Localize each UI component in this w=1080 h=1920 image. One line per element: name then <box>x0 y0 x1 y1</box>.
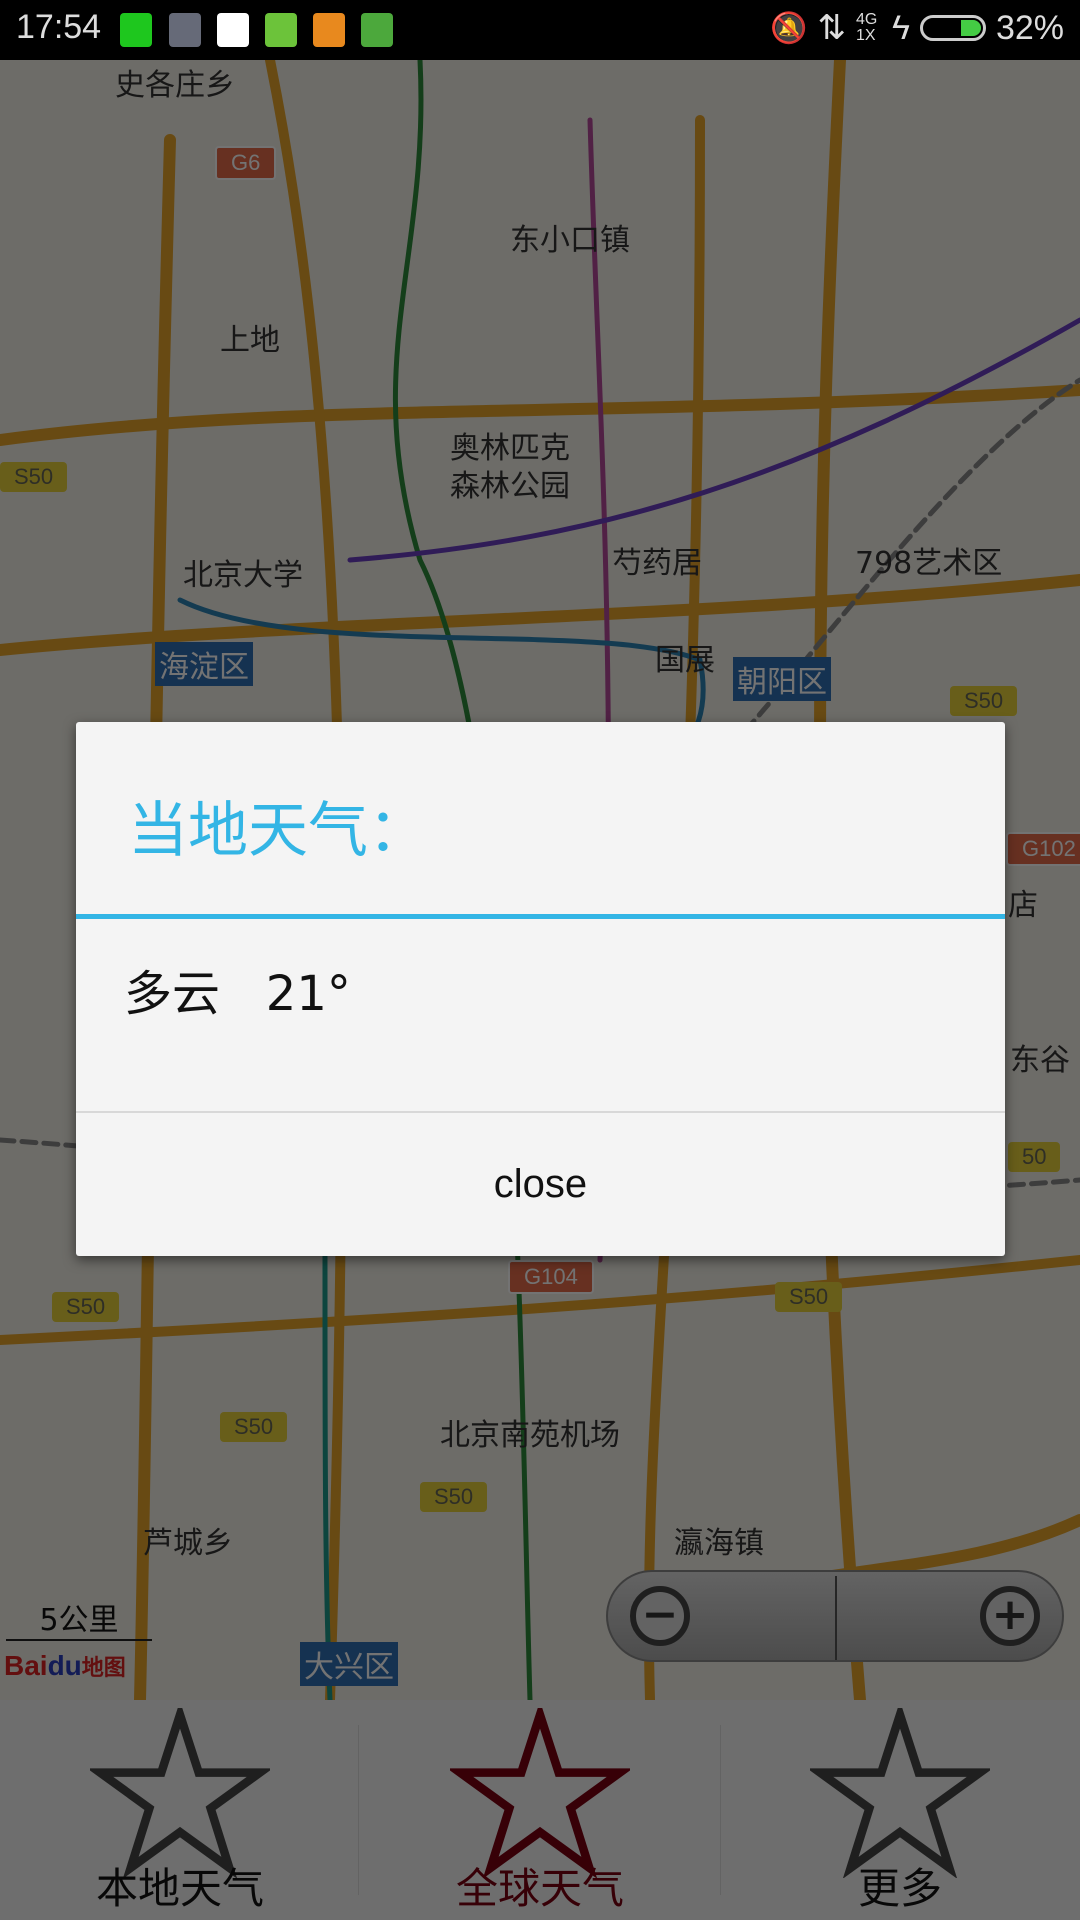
charging-icon: ϟ <box>891 8 910 47</box>
highway-shield: S50 <box>0 462 68 492</box>
battery-percent: 32% <box>995 8 1064 47</box>
zoom-out-button[interactable]: − <box>630 1586 690 1646</box>
weather-dialog: 当地天气： 多云 21° close <box>76 722 1005 1256</box>
highway-shield: S50 <box>775 1282 843 1312</box>
dialog-title: 当地天气： <box>128 796 428 866</box>
star-icon <box>446 1700 634 1879</box>
map-label: 芍药居 <box>612 546 702 581</box>
qq-icon <box>217 13 249 47</box>
map-label: 798艺术区 <box>855 546 1003 581</box>
highway-shield: S50 <box>420 1482 488 1512</box>
tab-label: 更多 <box>857 1864 942 1913</box>
map-label: 国展 <box>655 643 715 678</box>
map-label: 北京大学 <box>183 558 303 593</box>
map-label: 芦城乡 <box>143 1526 233 1561</box>
network-type: 4G 1X <box>855 11 878 44</box>
tab-label: 本地天气 <box>95 1864 264 1913</box>
map-label: 店 <box>1008 888 1038 923</box>
star-icon <box>806 1700 994 1879</box>
title-divider <box>76 914 1005 919</box>
district-label: 大兴区 <box>300 1642 398 1686</box>
district-label: 海淀区 <box>155 642 253 686</box>
scissors-icon <box>169 13 201 47</box>
highway-shield: 50 <box>1008 1142 1061 1172</box>
zoom-divider <box>835 1576 837 1660</box>
star-icon <box>86 1700 274 1879</box>
bottom-nav: 本地天气 全球天气 更多 <box>0 1700 1080 1920</box>
baidu-logo: Baidu地图 <box>4 1650 126 1681</box>
zoom-control: − + <box>606 1570 1064 1662</box>
district-label: 朝阳区 <box>733 657 831 701</box>
battery-icon <box>919 15 986 41</box>
map-label: 上地 <box>220 323 280 358</box>
highway-shield: G6 <box>215 146 277 180</box>
map-label: 北京南苑机场 <box>440 1418 620 1453</box>
highway-shield: G102 <box>1006 832 1080 866</box>
status-bar: 17:54 🔕 ⇅ 4G 1X ϟ 32% <box>0 0 1080 60</box>
map-label: 东谷 <box>1010 1043 1070 1078</box>
silent-icon: 🔕 <box>770 11 808 45</box>
tab-divider <box>358 1725 359 1895</box>
highway-shield: S50 <box>220 1412 288 1442</box>
android-icon <box>361 13 393 47</box>
map-label: 东小口镇 <box>510 223 630 258</box>
weather-message: 多云 21° <box>124 966 351 1022</box>
tab-global-weather[interactable]: 全球天气 <box>360 1700 720 1920</box>
map-label: 奥林匹克 森林公园 <box>450 431 570 504</box>
zoom-in-button[interactable]: + <box>980 1586 1040 1646</box>
tab-local-weather[interactable]: 本地天气 <box>0 1700 360 1920</box>
wechat-icon <box>120 13 152 47</box>
highway-shield: G104 <box>508 1260 594 1294</box>
map-label: 瀛海镇 <box>674 1526 764 1561</box>
map-scale: 5公里 <box>6 1595 152 1641</box>
map-label: 史各庄乡 <box>115 68 235 103</box>
clock: 17:54 <box>16 8 102 46</box>
highway-shield: S50 <box>52 1292 120 1322</box>
tab-label: 全球天气 <box>455 1864 624 1913</box>
tab-more[interactable]: 更多 <box>720 1700 1080 1920</box>
highway-shield: S50 <box>950 686 1018 716</box>
phone-icon <box>265 13 297 47</box>
data-arrows-icon: ⇅ <box>817 9 846 47</box>
close-button[interactable]: close <box>76 1113 1005 1256</box>
brush-icon <box>313 13 345 47</box>
